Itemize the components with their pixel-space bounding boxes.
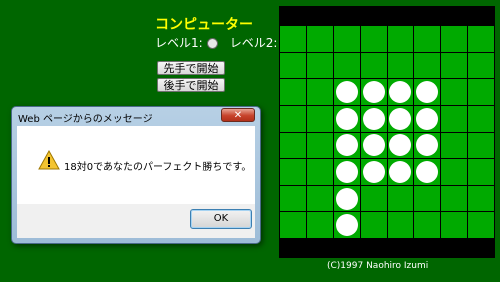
- player-title: コンピューター: [155, 17, 253, 33]
- board-cell[interactable]: [468, 79, 494, 105]
- board-cell[interactable]: [387, 26, 414, 52]
- board-cell[interactable]: [414, 185, 441, 212]
- board-cell[interactable]: [360, 212, 387, 238]
- board-cell[interactable]: [414, 212, 441, 238]
- board-cell[interactable]: [387, 79, 414, 105]
- board-cell[interactable]: [360, 132, 387, 159]
- board-cell[interactable]: [280, 105, 306, 132]
- white-disc: [335, 160, 358, 183]
- board-cell[interactable]: [333, 212, 360, 238]
- white-disc: [389, 160, 412, 183]
- board-cell[interactable]: [441, 212, 468, 238]
- start-first-button[interactable]: 先手で開始: [157, 61, 225, 75]
- board-cell[interactable]: [280, 159, 306, 185]
- board-cell[interactable]: [306, 105, 333, 132]
- board-cell[interactable]: [306, 26, 333, 52]
- dialog-body: 18対0であなたのパーフェクト勝ちです。: [17, 126, 255, 204]
- dialog-footer: OK: [17, 204, 255, 238]
- board-cell[interactable]: [468, 212, 494, 238]
- white-disc: [335, 187, 358, 210]
- white-disc: [416, 107, 439, 130]
- board-cell[interactable]: [280, 212, 306, 238]
- white-disc: [362, 107, 385, 130]
- board-cell[interactable]: [360, 185, 387, 212]
- level1-radio[interactable]: [206, 38, 218, 49]
- board-cell[interactable]: [360, 159, 387, 185]
- board-cell[interactable]: [306, 132, 333, 159]
- board-cell[interactable]: [360, 105, 387, 132]
- board-cell[interactable]: [280, 52, 306, 79]
- board-cell[interactable]: [280, 26, 306, 52]
- level-selector: レベル1: レベル2:: [155, 34, 293, 51]
- board-cell[interactable]: [387, 52, 414, 79]
- board-cell[interactable]: [468, 132, 494, 159]
- ok-button[interactable]: OK: [190, 209, 252, 229]
- board-cell[interactable]: [441, 159, 468, 185]
- dialog-message: 18対0であなたのパーフェクト勝ちです。: [64, 162, 252, 173]
- board-cell[interactable]: [414, 52, 441, 79]
- board-cell[interactable]: [441, 79, 468, 105]
- board-cell[interactable]: [360, 79, 387, 105]
- board-cell[interactable]: [468, 159, 494, 185]
- board-cell[interactable]: [280, 132, 306, 159]
- board-cell[interactable]: [387, 132, 414, 159]
- board-cell[interactable]: [468, 26, 494, 52]
- board-cell[interactable]: [306, 79, 333, 105]
- board-cell[interactable]: [414, 79, 441, 105]
- board-cell[interactable]: [441, 132, 468, 159]
- board-cell[interactable]: [360, 52, 387, 79]
- board-cell[interactable]: [360, 26, 387, 52]
- board-cell[interactable]: [468, 105, 494, 132]
- board-cell[interactable]: [387, 105, 414, 132]
- board-cell[interactable]: [306, 159, 333, 185]
- white-disc: [389, 107, 412, 130]
- board-cell[interactable]: [387, 212, 414, 238]
- white-disc: [362, 160, 385, 183]
- white-disc: [335, 81, 358, 104]
- copyright-text: (C)1997 Naohiro Izumi: [327, 261, 429, 271]
- board-cell[interactable]: [306, 52, 333, 79]
- board-cell[interactable]: [333, 159, 360, 185]
- level1-label: レベル1:: [155, 36, 203, 50]
- level2-label: レベル2:: [229, 36, 278, 50]
- board-cell[interactable]: [414, 159, 441, 185]
- board-cell[interactable]: [333, 132, 360, 159]
- board-cell[interactable]: [333, 105, 360, 132]
- warning-icon: [38, 150, 60, 170]
- board-cell[interactable]: [441, 52, 468, 79]
- message-dialog: Web ページからのメッセージ ✕ 18対0であなたのパーフェクト勝ちです。 O…: [11, 106, 261, 244]
- board-cell[interactable]: [333, 185, 360, 212]
- board-cell[interactable]: [468, 185, 494, 212]
- board-cell[interactable]: [414, 26, 441, 52]
- board-cell[interactable]: [414, 105, 441, 132]
- othello-board: [279, 26, 495, 238]
- board-cell[interactable]: [387, 159, 414, 185]
- white-disc: [335, 107, 358, 130]
- board-cell[interactable]: [280, 79, 306, 105]
- white-disc: [335, 214, 358, 237]
- close-button[interactable]: ✕: [221, 108, 255, 122]
- board-cell[interactable]: [387, 185, 414, 212]
- white-disc: [389, 81, 412, 104]
- white-disc: [389, 134, 412, 157]
- board-cell[interactable]: [306, 212, 333, 238]
- start-second-button[interactable]: 後手で開始: [157, 78, 225, 92]
- white-disc: [335, 134, 358, 157]
- white-disc: [416, 160, 439, 183]
- board-cell[interactable]: [333, 79, 360, 105]
- white-disc: [362, 81, 385, 104]
- board-cell[interactable]: [333, 26, 360, 52]
- board-cell[interactable]: [306, 185, 333, 212]
- board-cell[interactable]: [280, 185, 306, 212]
- white-disc: [416, 134, 439, 157]
- white-disc: [362, 134, 385, 157]
- board-cell[interactable]: [441, 26, 468, 52]
- white-disc: [416, 81, 439, 104]
- board-cell[interactable]: [441, 185, 468, 212]
- board-cell[interactable]: [414, 132, 441, 159]
- board-cell[interactable]: [441, 105, 468, 132]
- board-cell[interactable]: [333, 52, 360, 79]
- dialog-title: Web ページからのメッセージ: [18, 114, 153, 125]
- board-cell[interactable]: [468, 52, 494, 79]
